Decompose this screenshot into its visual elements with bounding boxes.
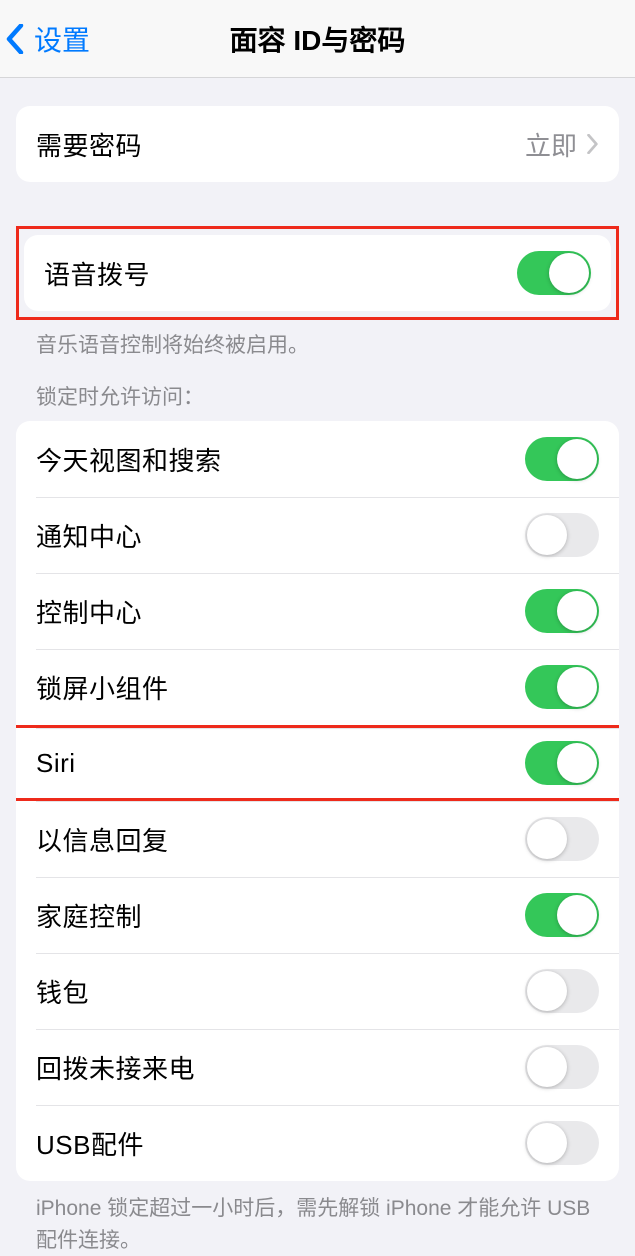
toggle-knob [527, 1047, 567, 1087]
lock-item-label: 锁屏小组件 [36, 669, 525, 706]
back-chevron-icon [6, 24, 24, 54]
toggle-knob [557, 895, 597, 935]
chevron-right-icon [587, 134, 599, 154]
require-passcode-row[interactable]: 需要密码 立即 [16, 106, 619, 182]
lock-item-toggle-callback[interactable] [525, 1045, 599, 1089]
toggle-knob [557, 743, 597, 783]
voice-dial-group: 语音拨号 [24, 235, 611, 311]
lock-item-usb: USB配件 [16, 1105, 619, 1181]
lock-item-toggle-usb[interactable] [525, 1121, 599, 1165]
lock-item-widget: 锁屏小组件 [16, 649, 619, 725]
back-label: 设置 [34, 19, 90, 59]
lock-item-wallet: 钱包 [16, 953, 619, 1029]
toggle-knob [557, 591, 597, 631]
toggle-knob [549, 253, 589, 293]
voice-dial-highlight: 语音拨号 [16, 226, 619, 320]
toggle-knob [527, 819, 567, 859]
lock-item-control: 控制中心 [16, 573, 619, 649]
lock-item-siri-highlight: Siri [16, 725, 619, 801]
lock-item-toggle-siri[interactable] [525, 741, 599, 785]
toggle-knob [527, 515, 567, 555]
lock-item-toggle-wallet[interactable] [525, 969, 599, 1013]
lock-item-toggle-today[interactable] [525, 437, 599, 481]
toggle-knob [527, 971, 567, 1011]
navigation-header: 设置 面容 ID与密码 [0, 0, 635, 78]
lock-item-label: 回拨未接来电 [36, 1049, 525, 1086]
require-passcode-group: 需要密码 立即 [16, 106, 619, 182]
usb-footer: iPhone 锁定超过一小时后，需先解锁 iPhone 才能允许 USB 配件连… [16, 1181, 619, 1256]
lock-item-callback: 回拨未接来电 [16, 1029, 619, 1105]
lock-item-today: 今天视图和搜索 [16, 421, 619, 497]
lock-item-label: 今天视图和搜索 [36, 441, 525, 478]
toggle-knob [557, 667, 597, 707]
lock-item-home: 家庭控制 [16, 877, 619, 953]
lock-item-toggle-notification[interactable] [525, 513, 599, 557]
page-title: 面容 ID与密码 [230, 19, 406, 59]
lock-item-toggle-widget[interactable] [525, 665, 599, 709]
lock-access-header: 锁定时允许访问： [16, 362, 619, 422]
lock-item-label: 通知中心 [36, 517, 525, 554]
lock-item-toggle-reply[interactable] [525, 817, 599, 861]
toggle-knob [527, 1123, 567, 1163]
voice-dial-footer: 音乐语音控制将始终被启用。 [16, 320, 619, 362]
lock-item-label: Siri [36, 748, 525, 779]
lock-item-notification: 通知中心 [16, 497, 619, 573]
require-passcode-label: 需要密码 [36, 126, 525, 163]
voice-dial-label: 语音拨号 [44, 255, 517, 292]
lock-access-group: 今天视图和搜索 通知中心 控制中心 锁屏小组件 Siri 以信息回复 家庭控制 [16, 421, 619, 1181]
lock-item-toggle-home[interactable] [525, 893, 599, 937]
lock-item-label: 钱包 [36, 973, 525, 1010]
lock-item-label: USB配件 [36, 1125, 525, 1162]
lock-item-label: 控制中心 [36, 593, 525, 630]
lock-item-toggle-control[interactable] [525, 589, 599, 633]
require-passcode-value: 立即 [525, 126, 577, 163]
voice-dial-toggle[interactable] [517, 251, 591, 295]
lock-item-label: 以信息回复 [36, 821, 525, 858]
voice-dial-row: 语音拨号 [24, 235, 611, 311]
toggle-knob [557, 439, 597, 479]
lock-item-reply: 以信息回复 [16, 801, 619, 877]
back-button[interactable]: 设置 [6, 19, 90, 59]
lock-item-label: 家庭控制 [36, 897, 525, 934]
